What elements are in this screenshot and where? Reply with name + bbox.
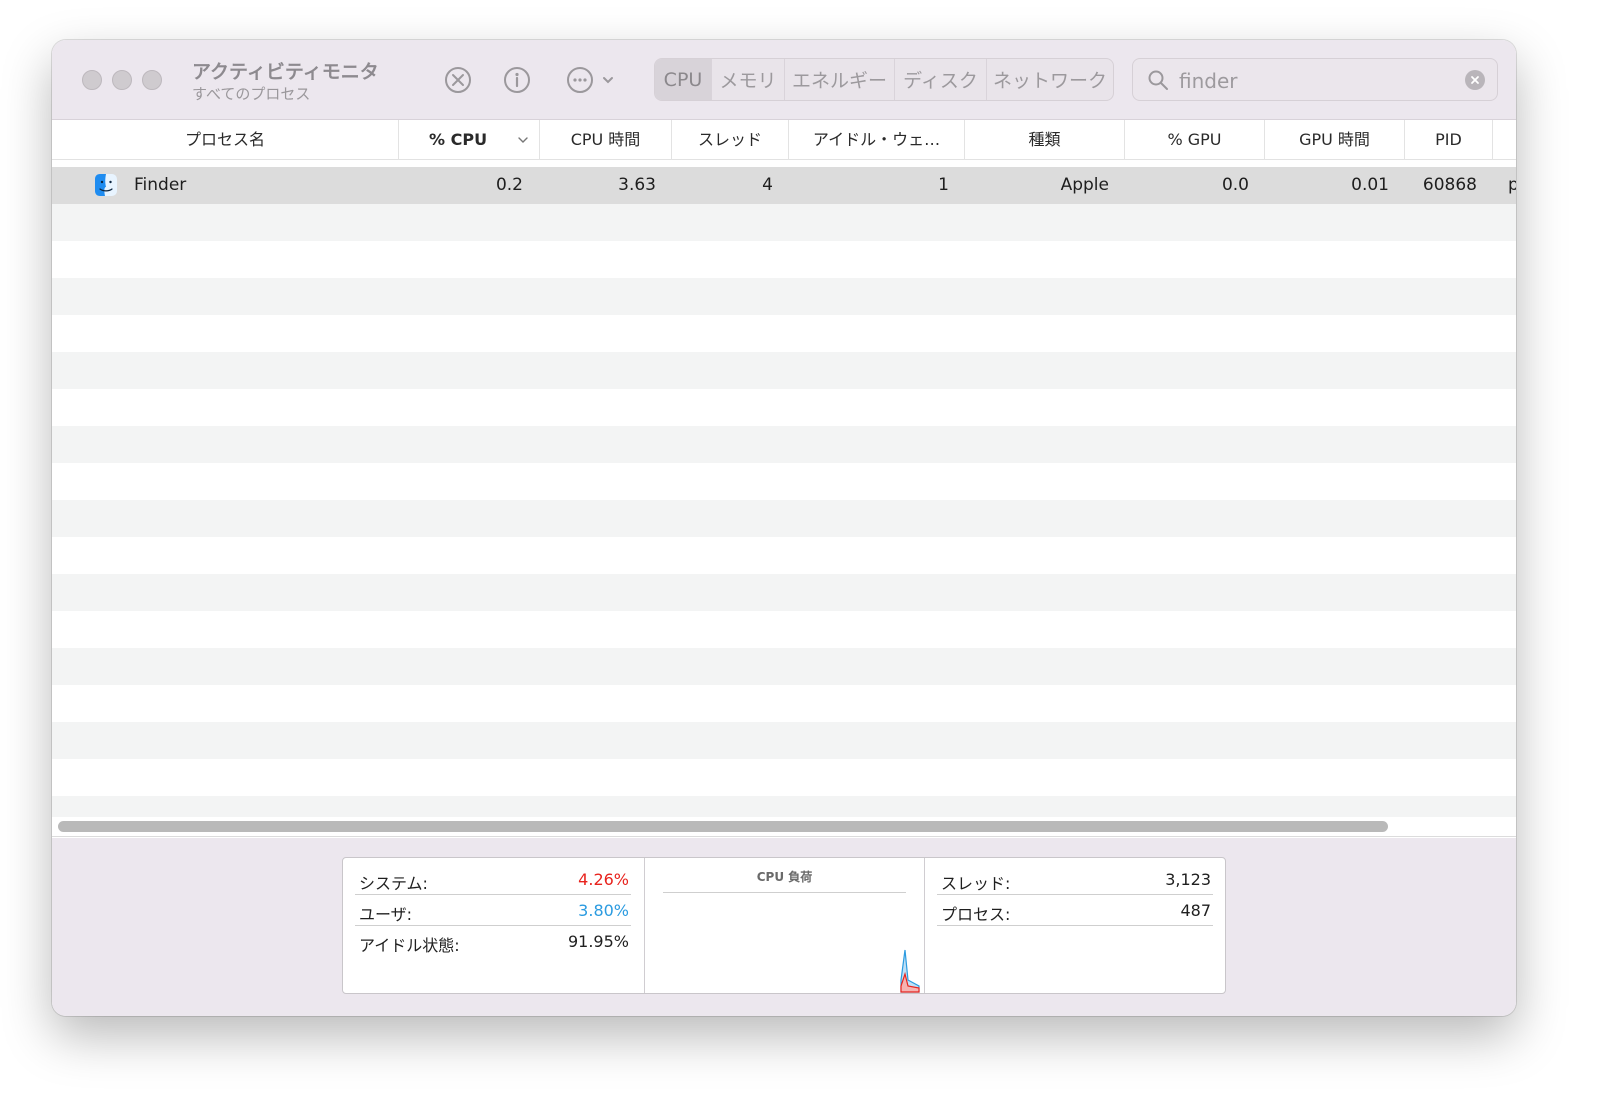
tab-memory[interactable]: メモリ [712, 59, 785, 100]
empty-row [52, 685, 1516, 722]
empty-row [52, 241, 1516, 278]
more-actions-button[interactable] [564, 64, 620, 96]
tab-disk[interactable]: ディスク [895, 59, 987, 100]
system-stat: システム: 4.26% [355, 864, 631, 895]
stats-pane: システム: 4.26% ユーザ: 3.80% アイドル状態: 91.95% CP… [52, 838, 1516, 1016]
empty-row [52, 759, 1516, 796]
idle-label: アイドル状態: [359, 936, 460, 955]
empty-row [52, 648, 1516, 685]
empty-row [52, 463, 1516, 500]
column-cpu-percent[interactable]: % CPU [399, 120, 540, 160]
tab-energy[interactable]: エネルギー [785, 59, 895, 100]
tab-network[interactable]: ネットワーク [987, 59, 1113, 100]
scrollbar-thumb[interactable] [58, 821, 1388, 832]
empty-row [52, 611, 1516, 648]
info-icon [504, 67, 530, 93]
close-window-button[interactable] [82, 70, 102, 90]
horizontal-scrollbar[interactable] [52, 817, 1516, 837]
clear-search-button[interactable] [1465, 70, 1485, 90]
process-count-panel: スレッド: 3,123 プロセス: 487 [925, 858, 1225, 993]
minimize-window-button[interactable] [112, 70, 132, 90]
info-button[interactable] [501, 64, 533, 96]
cpu-load-graph: CPU 負荷 [644, 858, 925, 993]
column-cpu-time[interactable]: CPU 時間 [540, 120, 672, 160]
table-row[interactable]: Finder 0.2 3.63 4 1 Apple 0.0 0.01 60868… [52, 167, 1516, 204]
column-threads[interactable]: スレッド [672, 120, 789, 160]
cpu-percent-value: 0.2 [495, 175, 523, 195]
column-gpu-time[interactable]: GPU 時間 [1265, 120, 1405, 160]
view-tabs: CPU メモリ エネルギー ディスク ネットワーク [654, 58, 1114, 101]
stop-icon [445, 67, 471, 93]
window-title: アクティビティモニタ [192, 61, 379, 83]
graph-title: CPU 負荷 [756, 870, 813, 884]
cpu-time-value: 3.63 [618, 175, 656, 195]
kind-value: Apple [1060, 175, 1109, 195]
stop-process-button[interactable] [442, 64, 474, 96]
empty-row [52, 537, 1516, 574]
empty-row [52, 315, 1516, 352]
threads-value: 4 [762, 175, 773, 195]
table-header: プロセス名 % CPU CPU 時間 スレッド アイドル・ウェ… 種類 % GP… [52, 120, 1516, 160]
finder-icon [95, 174, 117, 196]
threads-label: スレッド: [941, 874, 1011, 893]
clear-icon [1471, 76, 1479, 84]
search-field[interactable]: finder [1132, 58, 1498, 101]
column-process-name[interactable]: プロセス名 [52, 120, 399, 160]
search-input[interactable]: finder [1179, 69, 1238, 93]
ellipsis-circle-icon [567, 67, 613, 93]
system-value: 4.26% [578, 870, 629, 889]
empty-row [52, 278, 1516, 315]
idle-wakeups-value: 1 [938, 175, 949, 195]
empty-row [52, 426, 1516, 463]
cpu-load-sparkline [900, 949, 920, 993]
tab-cpu[interactable]: CPU [655, 59, 712, 100]
processes-value: 487 [1180, 901, 1211, 920]
empty-row [52, 722, 1516, 759]
column-cpu-percent-label: % CPU [429, 130, 488, 149]
toolbar: アクティビティモニタ すべてのプロセス CPU メモリ エネルギー ディスク ネ… [52, 40, 1516, 120]
threads-stat: スレッド: 3,123 [937, 864, 1213, 895]
zoom-window-button[interactable] [142, 70, 162, 90]
idle-stat: アイドル状態: 91.95% [355, 926, 631, 957]
idle-value: 91.95% [567, 932, 629, 951]
user-stat-value: 3.80% [578, 901, 629, 920]
column-pid[interactable]: PID [1405, 120, 1493, 160]
cpu-usage-panel: システム: 4.26% ユーザ: 3.80% アイドル状態: 91.95% [343, 858, 644, 993]
empty-row [52, 574, 1516, 611]
system-label: システム: [359, 874, 428, 893]
search-icon [1148, 70, 1168, 90]
user-label: ユーザ: [359, 905, 413, 924]
gpu-percent-value: 0.0 [1221, 175, 1249, 195]
threads-total-value: 3,123 [1165, 870, 1211, 889]
process-name: Finder [134, 175, 187, 195]
empty-row [52, 352, 1516, 389]
column-kind[interactable]: 種類 [965, 120, 1125, 160]
activity-monitor-window: アクティビティモニタ すべてのプロセス CPU メモリ エネルギー ディスク ネ… [52, 40, 1516, 1016]
chevron-down-icon [518, 137, 528, 143]
processes-stat: プロセス: 487 [937, 895, 1213, 926]
window-subtitle: すべてのプロセス [192, 85, 311, 103]
gpu-time-value: 0.01 [1351, 175, 1389, 195]
empty-row [52, 796, 1516, 817]
user-stat: ユーザ: 3.80% [355, 895, 631, 926]
stats-box: システム: 4.26% ユーザ: 3.80% アイドル状態: 91.95% CP… [342, 857, 1226, 994]
process-table: Finder 0.2 3.63 4 1 Apple 0.0 0.01 60868… [52, 167, 1516, 817]
empty-row [52, 389, 1516, 426]
column-gpu-percent[interactable]: % GPU [1125, 120, 1265, 160]
empty-row [52, 204, 1516, 241]
pid-value: 60868 [1422, 175, 1477, 195]
graph-divider [663, 892, 906, 893]
user-value: p [1508, 175, 1516, 195]
processes-label: プロセス: [941, 905, 1011, 924]
column-idle-wakeups[interactable]: アイドル・ウェ… [789, 120, 965, 160]
empty-row [52, 500, 1516, 537]
